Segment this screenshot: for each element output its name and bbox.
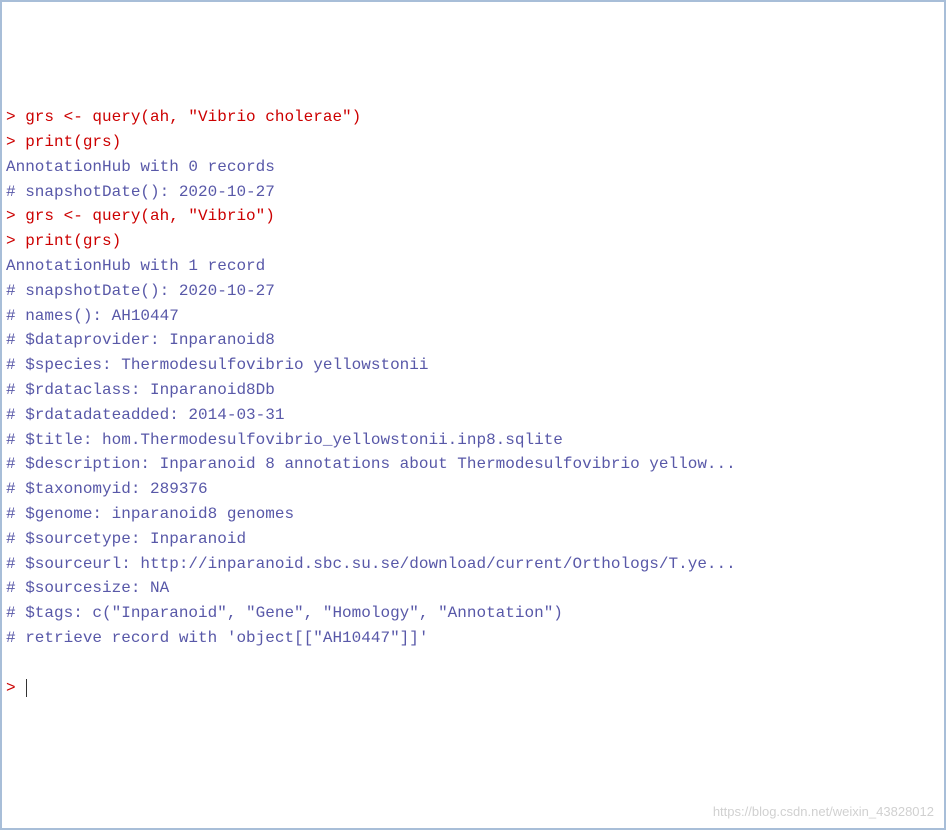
console-output-line: # names(): AH10447: [6, 304, 940, 329]
console-output-line: # snapshotDate(): 2020-10-27: [6, 279, 940, 304]
console-output-line: # snapshotDate(): 2020-10-27: [6, 180, 940, 205]
console-output-line: # retrieve record with 'object[["AH10447…: [6, 626, 940, 651]
console-input-line: > print(grs): [6, 130, 940, 155]
watermark: https://blog.csdn.net/weixin_43828012: [713, 802, 934, 822]
console-output-line: # $rdatadateadded: 2014-03-31: [6, 403, 940, 428]
console-output-line: AnnotationHub with 0 records: [6, 155, 940, 180]
prompt: >: [6, 679, 25, 697]
r-console[interactable]: > grs <- query(ah, "Vibrio cholerae")> p…: [6, 105, 940, 651]
console-input-line: > grs <- query(ah, "Vibrio cholerae"): [6, 105, 940, 130]
console-output-line: # $sourceurl: http://inparanoid.sbc.su.s…: [6, 552, 940, 577]
console-output-line: # $description: Inparanoid 8 annotations…: [6, 452, 940, 477]
console-output-line: # $species: Thermodesulfovibrio yellowst…: [6, 353, 940, 378]
console-output-line: # $taxonomyid: 289376: [6, 477, 940, 502]
console-output-line: # $sourcetype: Inparanoid: [6, 527, 940, 552]
console-output-line: # $tags: c("Inparanoid", "Gene", "Homolo…: [6, 601, 940, 626]
console-output-line: # $rdataclass: Inparanoid8Db: [6, 378, 940, 403]
console-input-line: > grs <- query(ah, "Vibrio"): [6, 204, 940, 229]
console-output-line: # $dataprovider: Inparanoid8: [6, 328, 940, 353]
console-output-line: # $genome: inparanoid8 genomes: [6, 502, 940, 527]
console-output-line: # $sourcesize: NA: [6, 576, 940, 601]
cursor: [26, 679, 27, 697]
console-input-line: > print(grs): [6, 229, 940, 254]
console-output-line: AnnotationHub with 1 record: [6, 254, 940, 279]
console-output-line: # $title: hom.Thermodesulfovibrio_yellow…: [6, 428, 940, 453]
